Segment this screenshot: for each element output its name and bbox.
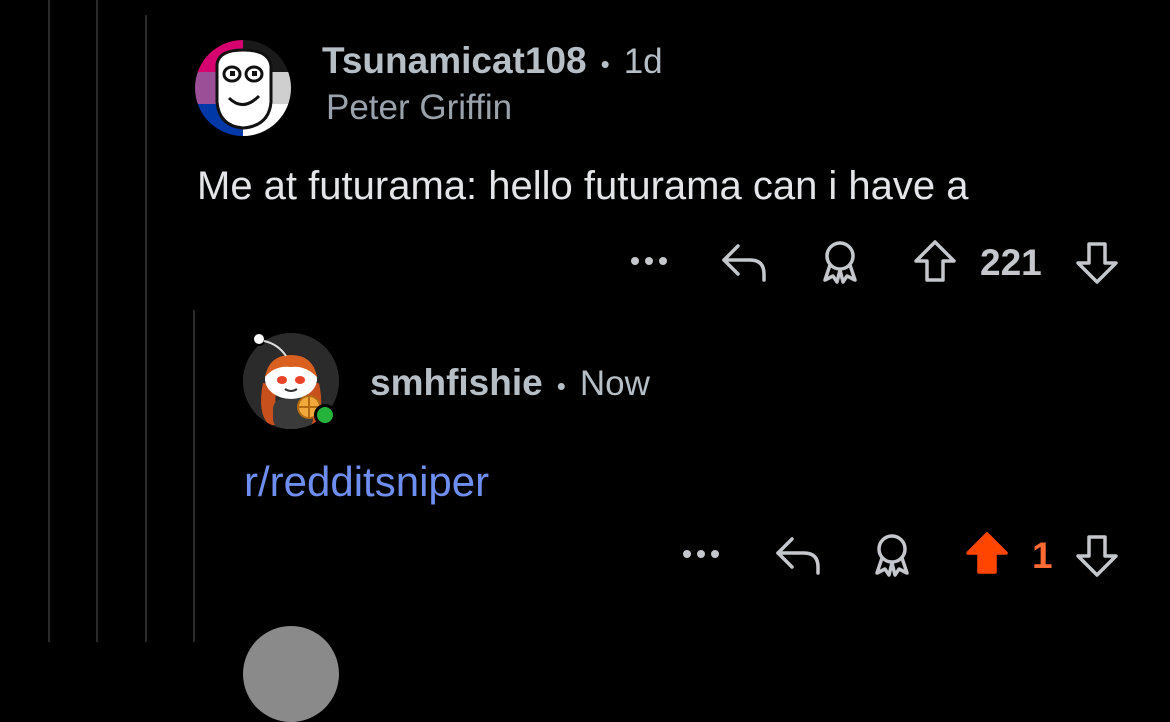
user-avatar[interactable] bbox=[195, 40, 291, 136]
comment-body: Me at futurama: hello futurama can i hav… bbox=[197, 164, 969, 208]
comment-meta: smhfishie • Now bbox=[370, 362, 650, 404]
username[interactable]: Tsunamicat108 bbox=[322, 40, 587, 82]
username[interactable]: smhfishie bbox=[370, 362, 543, 404]
upvote-arrow-icon[interactable] bbox=[912, 238, 958, 284]
award-icon[interactable] bbox=[818, 238, 862, 286]
thread-line-3[interactable] bbox=[145, 15, 147, 642]
thread-line-2[interactable] bbox=[96, 0, 98, 642]
more-options-icon[interactable] bbox=[680, 543, 722, 565]
vote-count: 221 bbox=[980, 242, 1042, 283]
separator-dot: • bbox=[556, 371, 566, 401]
antenna-icon bbox=[252, 332, 287, 357]
thread-line-4[interactable] bbox=[193, 310, 195, 642]
reply-icon[interactable] bbox=[720, 240, 768, 284]
thread-line-1[interactable] bbox=[48, 0, 50, 642]
vote-count: 1 bbox=[1032, 535, 1053, 576]
comment-age: 1d bbox=[623, 42, 663, 81]
user-flair: Peter Griffin bbox=[326, 88, 513, 127]
subreddit-link[interactable]: r/redditsniper bbox=[244, 458, 489, 506]
separator-dot: • bbox=[600, 49, 610, 79]
comment-age: Now bbox=[579, 364, 650, 403]
upvote-arrow-icon-active[interactable] bbox=[964, 530, 1010, 576]
online-status-indicator bbox=[314, 404, 336, 426]
comment-meta: Tsunamicat108 • 1d bbox=[322, 40, 663, 82]
avatar-face-icon bbox=[195, 40, 291, 136]
more-options-icon[interactable] bbox=[628, 250, 670, 272]
reply-icon[interactable] bbox=[774, 533, 822, 577]
next-comment-avatar[interactable] bbox=[243, 626, 339, 722]
downvote-arrow-icon[interactable] bbox=[1074, 240, 1120, 286]
award-icon[interactable] bbox=[870, 531, 914, 579]
downvote-arrow-icon[interactable] bbox=[1074, 533, 1120, 579]
